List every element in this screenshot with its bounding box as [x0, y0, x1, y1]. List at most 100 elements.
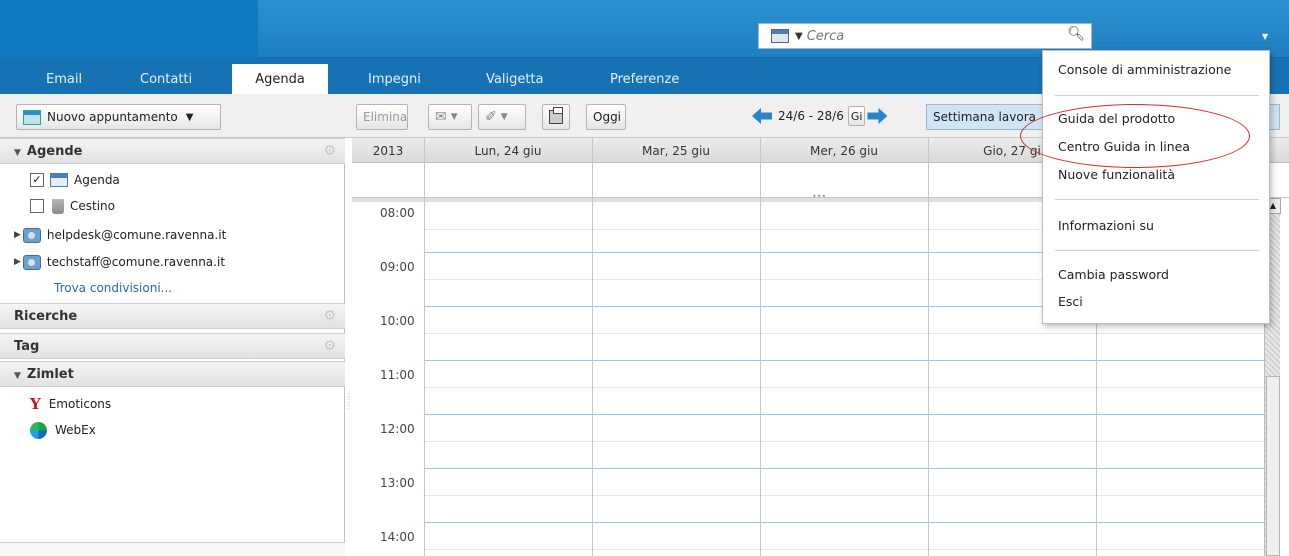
next-week-icon[interactable]: [867, 108, 888, 124]
trash-checkbox[interactable]: [30, 199, 44, 213]
menu-divider: [1055, 250, 1259, 251]
year-label: 2013: [372, 144, 404, 158]
pane-resize-handle[interactable]: ⋮ ⋮: [345, 392, 353, 416]
column-divider: [928, 138, 929, 556]
logo-area: [0, 0, 258, 58]
sidebar-item-shared-helpdesk[interactable]: ▶ helpdesk@comune.ravenna.it: [14, 225, 226, 245]
menu-item-product-help[interactable]: Guida del prodotto: [1058, 111, 1175, 126]
move-button[interactable]: ✉ ▼: [428, 104, 472, 130]
search-input[interactable]: [806, 28, 1057, 44]
sidebar-item-label: Cestino: [70, 199, 115, 213]
tab-tasks[interactable]: Impegni: [368, 72, 421, 87]
tag-icon: ✐: [485, 109, 497, 125]
day-view-button[interactable]: Gi: [847, 106, 866, 126]
new-appointment-button[interactable]: Nuovo appuntamento ▼: [16, 104, 221, 130]
tab-email[interactable]: Email: [46, 72, 82, 87]
mini-calendar-header: [0, 542, 345, 556]
column-divider: [592, 138, 593, 556]
expand-triangle-icon[interactable]: ▶: [14, 230, 21, 240]
help-menu: Console di amministrazione Guida del pro…: [1042, 50, 1270, 324]
find-shares-link[interactable]: Trova condivisioni...: [54, 278, 172, 298]
tab-contacts[interactable]: Contatti: [140, 72, 192, 87]
delete-button[interactable]: Elimina: [356, 104, 408, 130]
sidebar-item-shared-techstaff[interactable]: ▶ techstaff@comune.ravenna.it: [14, 252, 225, 272]
tags-section-header[interactable]: Tag ⚙: [0, 333, 345, 359]
calendar-search-scope-icon[interactable]: [771, 29, 789, 43]
half-hour-line: [424, 333, 1272, 334]
sidebar: ▼ Agende ⚙ ✓ Agenda Cestino ▶ helpdesk@co…: [0, 138, 345, 556]
sidebar-item-label: helpdesk@comune.ravenna.it: [46, 228, 227, 242]
chevron-down-icon[interactable]: ▼: [186, 112, 194, 123]
hour-label: 14:00: [380, 530, 415, 544]
zimlet-header-label: Zimlet: [26, 367, 74, 382]
searches-section-header[interactable]: Ricerche ⚙: [0, 303, 345, 329]
today-button[interactable]: Oggi: [586, 104, 626, 130]
move-icon: ✉: [435, 109, 447, 125]
previous-week-icon[interactable]: [752, 108, 772, 124]
sidebar-item-label: Agenda: [74, 173, 120, 187]
hour-line: [424, 468, 1272, 469]
date-navigator: 24/6 - 28/6 Gi: [752, 106, 888, 126]
menu-item-admin-console[interactable]: Console di amministrazione: [1058, 62, 1231, 77]
menu-divider: [1055, 199, 1259, 200]
half-hour-line: [424, 549, 1272, 550]
hour-line: [424, 414, 1272, 415]
scrollbar-thumb[interactable]: [1266, 376, 1280, 556]
yahoo-icon: Y: [30, 395, 41, 413]
search-icon[interactable]: 🔍︎: [1067, 26, 1085, 42]
menu-item-online-help[interactable]: Centro Guida in linea: [1058, 139, 1190, 154]
hour-label: 08:00: [380, 206, 415, 220]
search-bar[interactable]: ▼ 🔍︎: [758, 23, 1092, 49]
day-header[interactable]: Lun, 24 giu: [424, 144, 592, 158]
gear-icon[interactable]: ⚙: [323, 143, 336, 159]
calendars-header-label: Agende: [26, 144, 83, 159]
user-menu-chevron-icon[interactable]: ▼: [1262, 32, 1268, 41]
tags-header-label: Tag: [14, 339, 40, 354]
sidebar-item-label: Emoticons: [48, 397, 112, 411]
calendar-icon: [50, 173, 68, 187]
new-appointment-label: Nuovo appuntamento: [47, 110, 178, 124]
hour-label: 09:00: [380, 260, 415, 274]
hour-label: 12:00: [380, 422, 415, 436]
menu-item-change-password[interactable]: Cambia password: [1058, 267, 1169, 282]
tag-button[interactable]: ✐ ▼: [478, 104, 526, 130]
menu-divider: [1055, 95, 1259, 96]
sidebar-item-label: techstaff@comune.ravenna.it: [46, 255, 226, 269]
gear-icon[interactable]: ⚙: [323, 338, 336, 354]
sidebar-item-webex[interactable]: WebEx: [30, 420, 96, 440]
searches-header-label: Ricerche: [14, 309, 78, 324]
print-icon: [549, 107, 563, 124]
sidebar-item-calendar[interactable]: ✓ Agenda: [30, 170, 120, 190]
day-header[interactable]: Mer, 26 giu: [760, 144, 928, 158]
sidebar-item-label: WebEx: [55, 423, 96, 437]
tab-briefcase[interactable]: Valigetta: [486, 72, 543, 87]
day-header[interactable]: Mar, 25 giu: [592, 144, 760, 158]
calendar-icon: [23, 109, 41, 125]
hour-label: 10:00: [380, 314, 415, 328]
hour-label: 13:00: [380, 476, 415, 490]
menu-item-new-features[interactable]: Nuove funzionalità: [1058, 167, 1175, 182]
shared-calendar-icon: [22, 227, 41, 243]
hour-line: [424, 360, 1272, 361]
sidebar-item-emoticons[interactable]: Y Emoticons: [30, 394, 111, 414]
date-range-label: 24/6 - 28/6: [778, 109, 844, 123]
tab-calendar[interactable]: Agenda: [232, 64, 328, 94]
zimlet-section-header[interactable]: ▼ Zimlet: [0, 361, 345, 387]
half-hour-line: [424, 495, 1272, 496]
print-button[interactable]: [542, 104, 570, 130]
tab-preferences[interactable]: Preferenze: [610, 72, 679, 87]
chevron-down-icon[interactable]: ▼: [795, 31, 803, 42]
sidebar-item-trash[interactable]: Cestino: [30, 196, 115, 216]
hour-label: 11:00: [380, 368, 415, 382]
column-divider: [424, 138, 425, 556]
calendars-section-header[interactable]: ▼ Agende ⚙: [0, 138, 345, 164]
expand-triangle-icon[interactable]: ▶: [14, 257, 21, 267]
collapse-triangle-icon[interactable]: ▼: [14, 371, 21, 381]
calendar-checkbox[interactable]: ✓: [30, 173, 44, 187]
collapse-triangle-icon[interactable]: ▼: [14, 148, 21, 158]
chevron-down-icon: ▼: [450, 112, 458, 122]
menu-item-about[interactable]: Informazioni su: [1058, 218, 1154, 233]
gear-icon[interactable]: ⚙: [323, 308, 336, 324]
menu-item-logout[interactable]: Esci: [1058, 294, 1083, 309]
hour-line: [424, 522, 1272, 523]
